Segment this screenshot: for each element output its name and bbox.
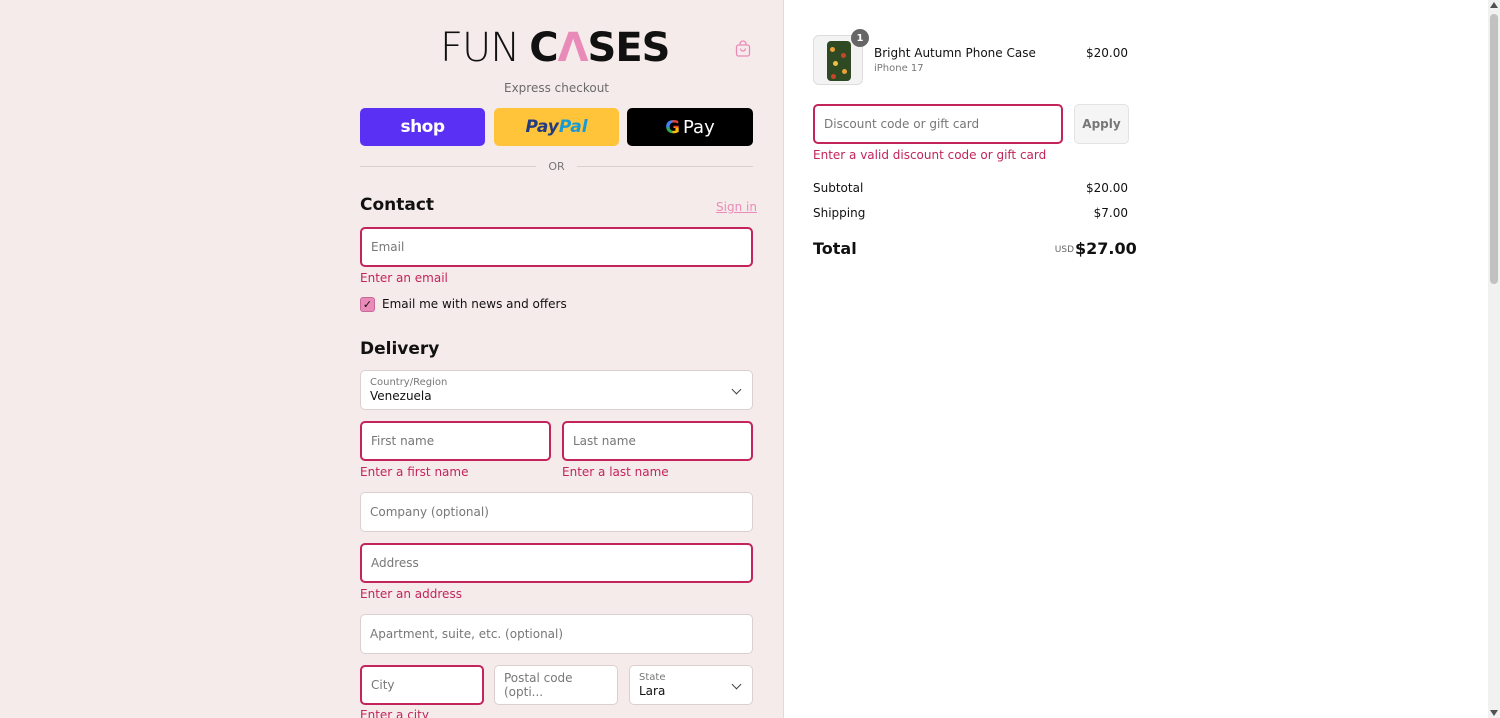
product-price: $20.00	[1086, 46, 1128, 60]
total-currency: USD	[1054, 245, 1074, 255]
logo-text-fun: FUN	[440, 25, 520, 71]
subtotal-label: Subtotal	[813, 181, 864, 195]
scroll-down-arrow-icon[interactable]	[1490, 710, 1498, 716]
email-error: Enter an email	[360, 271, 448, 285]
express-checkout-label: Express checkout	[503, 81, 610, 95]
discount-code-field[interactable]: Discount code or gift card	[813, 104, 1063, 144]
first-name-field[interactable]: First name	[360, 421, 551, 461]
city-error: Enter a city	[360, 708, 429, 718]
address-error: Enter an address	[360, 587, 462, 601]
paypal-button[interactable]: Pay Pal	[494, 108, 619, 146]
state-select[interactable]: State Lara	[629, 665, 753, 705]
quantity-badge: 1	[851, 29, 869, 47]
first-name-error: Enter a first name	[360, 465, 469, 479]
last-name-error: Enter a last name	[562, 465, 669, 479]
scrollbar-thumb[interactable]	[1490, 14, 1498, 284]
checkmark-icon: ✓	[362, 298, 373, 311]
email-field[interactable]: Email	[360, 227, 753, 267]
chevron-down-icon	[731, 384, 742, 395]
product-name: Bright Autumn Phone Case	[874, 46, 1036, 60]
postal-code-field[interactable]: Postal code (opti...	[494, 665, 618, 705]
scroll-up-arrow-icon[interactable]	[1490, 2, 1498, 8]
shipping-value: $7.00	[1093, 206, 1128, 220]
google-pay-button[interactable]: G Pay	[627, 108, 753, 146]
total-value: $27.00	[1075, 239, 1137, 258]
logo-text-cases: CΛSES	[529, 25, 670, 71]
newsletter-label: Email me with news and offers	[382, 297, 567, 311]
product-variant: iPhone 17	[874, 63, 924, 74]
page-scrollbar[interactable]	[1488, 0, 1500, 718]
country-select[interactable]: Country/Region Venezuela	[360, 370, 753, 410]
newsletter-checkbox[interactable]: ✓	[360, 297, 375, 312]
company-field[interactable]: Company (optional)	[360, 492, 753, 532]
subtotal-value: $20.00	[1086, 181, 1128, 195]
shop-pay-button[interactable]: shop	[360, 108, 485, 146]
discount-error: Enter a valid discount code or gift card	[813, 148, 1047, 162]
google-g-icon: G	[665, 116, 681, 138]
chevron-down-icon	[731, 679, 742, 690]
last-name-field[interactable]: Last name	[562, 421, 753, 461]
apartment-field[interactable]: Apartment, suite, etc. (optional)	[360, 614, 753, 654]
checkout-form-panel: FUN CΛSES Express checkout shop Pay Pal G…	[0, 0, 784, 718]
apply-discount-button[interactable]: Apply	[1074, 104, 1129, 144]
shipping-label: Shipping	[813, 206, 866, 220]
or-divider: OR	[360, 159, 753, 173]
contact-heading: Contact	[360, 195, 435, 215]
delivery-heading: Delivery	[360, 339, 440, 359]
address-field[interactable]: Address	[360, 543, 753, 583]
city-field[interactable]: City	[360, 665, 484, 705]
sign-in-link[interactable]: Sign in	[716, 200, 757, 214]
shopping-bag-icon[interactable]	[735, 40, 751, 57]
phone-case-image	[827, 41, 851, 81]
fun-cases-logo[interactable]: FUN CΛSES	[440, 28, 670, 68]
total-label: Total	[813, 239, 857, 258]
